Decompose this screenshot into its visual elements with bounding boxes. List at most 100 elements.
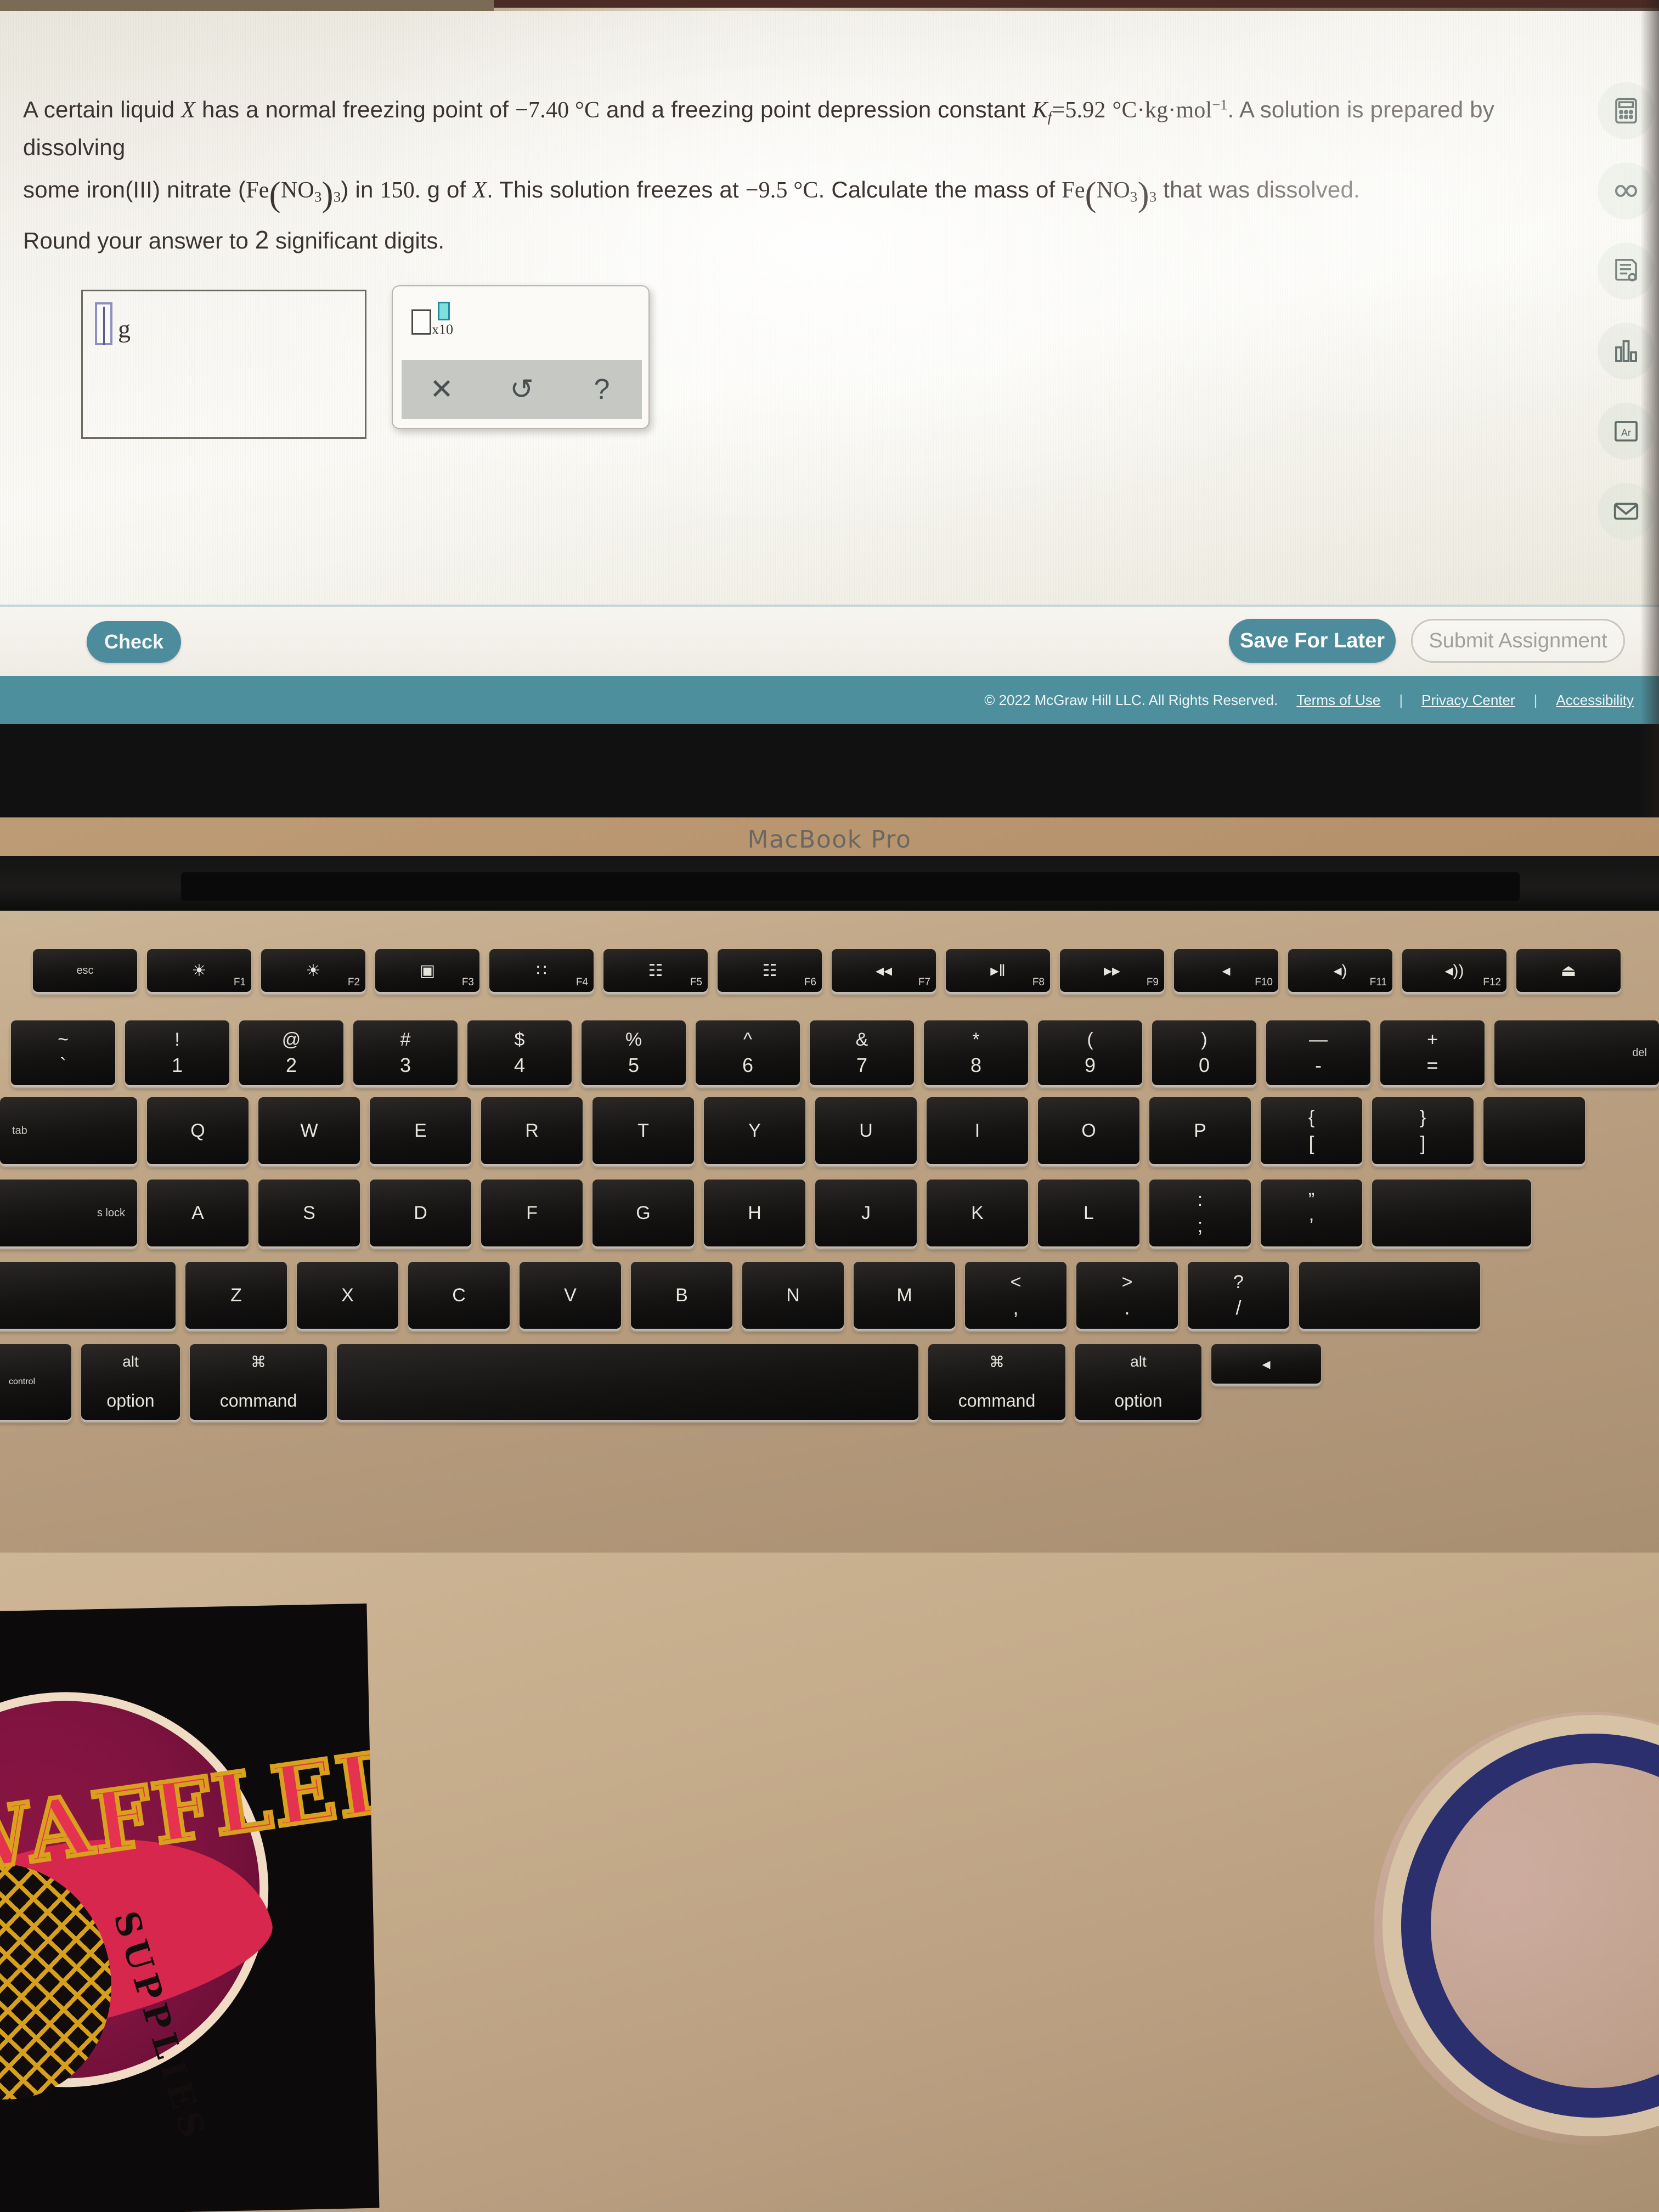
key-k[interactable]: K bbox=[927, 1180, 1028, 1246]
key-shift-right[interactable] bbox=[1299, 1262, 1480, 1329]
key-option-left[interactable]: alt option bbox=[81, 1344, 180, 1420]
key-base-label: ’ bbox=[1309, 1214, 1314, 1237]
key-t[interactable]: T bbox=[592, 1097, 694, 1164]
key-7[interactable]: & 7 bbox=[810, 1020, 914, 1085]
key-minus[interactable]: — - bbox=[1266, 1020, 1370, 1085]
key-tilde[interactable]: ~ ` bbox=[11, 1020, 115, 1085]
key-f10-mute[interactable]: ◂ F10 bbox=[1174, 949, 1278, 992]
key-f1-brightness-down[interactable]: ☀ F1 bbox=[147, 949, 251, 992]
answer-input[interactable] bbox=[95, 302, 112, 345]
key-comma[interactable]: <, bbox=[965, 1262, 1066, 1329]
keyboard-qwerty-row[interactable]: tab Q W E R T Y U I O P{[}] bbox=[0, 1097, 1585, 1164]
key-z[interactable]: Z bbox=[185, 1262, 287, 1329]
key-command-right[interactable]: ⌘ command bbox=[928, 1344, 1065, 1420]
key-0[interactable]: ) 0 bbox=[1152, 1020, 1256, 1085]
key-4[interactable]: $4 bbox=[467, 1020, 572, 1085]
save-for-later-button[interactable]: Save For Later bbox=[1229, 619, 1396, 663]
key-arrow-left[interactable]: ◂ bbox=[1211, 1344, 1321, 1384]
key-shift-label: ~ bbox=[58, 1029, 69, 1050]
key-semicolon[interactable]: :; bbox=[1149, 1180, 1251, 1246]
key-f11-volume-down[interactable]: ◂) F11 bbox=[1288, 949, 1392, 992]
key-l[interactable]: L bbox=[1038, 1180, 1139, 1246]
key-5[interactable]: % 5 bbox=[582, 1020, 686, 1085]
key-esc[interactable]: esc bbox=[33, 949, 137, 992]
key-caps-lock[interactable]: s lock bbox=[0, 1180, 137, 1246]
key-v[interactable]: V bbox=[520, 1262, 621, 1329]
answer-entry-box[interactable]: g bbox=[81, 290, 366, 439]
clear-key[interactable]: ✕ bbox=[402, 373, 482, 406]
key-o[interactable]: O bbox=[1038, 1097, 1139, 1164]
key-y[interactable]: Y bbox=[704, 1097, 805, 1164]
scientific-notation-button[interactable]: x10 bbox=[411, 302, 453, 338]
key-e[interactable]: E bbox=[370, 1097, 471, 1164]
key-a[interactable]: A bbox=[147, 1180, 249, 1246]
key-8[interactable]: * 8 bbox=[924, 1020, 1028, 1085]
key-quote[interactable]: ”’ bbox=[1261, 1180, 1362, 1246]
key-tab[interactable]: tab bbox=[0, 1097, 137, 1164]
key-6[interactable]: ^ 6 bbox=[696, 1020, 800, 1085]
key-slash[interactable]: ? / bbox=[1188, 1262, 1289, 1329]
key-space[interactable] bbox=[337, 1344, 918, 1420]
key-equals[interactable]: + = bbox=[1380, 1020, 1485, 1085]
key-f5-keyboard-light-down[interactable]: ☷ F5 bbox=[603, 949, 708, 992]
keyboard-modifier-row[interactable]: control alt option ⌘ command ⌘ command alt optio… bbox=[0, 1344, 1321, 1420]
key-f2-brightness-up[interactable]: ☀ F2 bbox=[261, 949, 365, 992]
key-f3-mission-control[interactable]: ▣ F3 bbox=[375, 949, 479, 992]
key-f[interactable]: F bbox=[481, 1180, 583, 1246]
key-bracket-right[interactable]: }] bbox=[1372, 1097, 1474, 1164]
key-g[interactable]: G bbox=[592, 1180, 694, 1246]
key-backslash[interactable] bbox=[1483, 1097, 1585, 1164]
mantissa-placeholder[interactable] bbox=[411, 309, 431, 335]
key-j[interactable]: J bbox=[815, 1180, 917, 1246]
help-key[interactable]: ? bbox=[562, 373, 642, 406]
key-d[interactable]: D bbox=[370, 1180, 471, 1246]
key-delete[interactable]: del bbox=[1494, 1020, 1659, 1085]
key-eject[interactable]: ⏏ bbox=[1516, 949, 1621, 992]
accessibility-link[interactable]: Accessibility bbox=[1556, 692, 1634, 709]
key-shift-left[interactable] bbox=[0, 1262, 176, 1329]
key-q[interactable]: Q bbox=[147, 1097, 249, 1164]
terms-of-use-link[interactable]: Terms of Use bbox=[1296, 692, 1380, 709]
key-c[interactable]: C bbox=[408, 1262, 510, 1329]
key-f6-keyboard-light-up[interactable]: ☷ F6 bbox=[718, 949, 822, 992]
keyboard-home-row[interactable]: s lock A S D F G H J K L:;”’ bbox=[0, 1180, 1531, 1246]
keyboard-number-row[interactable]: ~ `! 1 @2 #3 $4% 5 ^ 6 & 7 * 8(9) 0— - + = del bbox=[11, 1020, 1659, 1085]
key-3[interactable]: #3 bbox=[353, 1020, 458, 1085]
key-n[interactable]: N bbox=[742, 1262, 844, 1329]
problem-text-6: ) in bbox=[341, 176, 380, 202]
key-s[interactable]: S bbox=[258, 1180, 360, 1246]
key-w[interactable]: W bbox=[258, 1097, 360, 1164]
key-f12-volume-up[interactable]: ◂)) F12 bbox=[1402, 949, 1506, 992]
math-palette-popup[interactable]: x10 ✕ ↺ ? bbox=[392, 285, 650, 429]
keyboard[interactable]: esc ☀ F1 ☀ F2 ▣ F3 ∷ F4 ☷ F5 ☷ F6 ◂◂ F7 ▸‖ F8 ▸▸ F9 ◂ F10 ◂) F… bbox=[0, 911, 1659, 1553]
exponent-placeholder[interactable] bbox=[438, 302, 450, 320]
key-r[interactable]: R bbox=[481, 1097, 583, 1164]
key-option-right[interactable]: alt option bbox=[1075, 1344, 1201, 1420]
key-command-left[interactable]: ⌘ command bbox=[190, 1344, 327, 1420]
key-x[interactable]: X bbox=[297, 1262, 398, 1329]
key-1[interactable]: ! 1 bbox=[125, 1020, 229, 1085]
privacy-center-link[interactable]: Privacy Center bbox=[1421, 692, 1515, 709]
keyboard-bottom-row[interactable]: Z X C V B N M <, >.? / bbox=[0, 1262, 1480, 1329]
submit-assignment-button[interactable]: Submit Assignment bbox=[1411, 619, 1625, 663]
key-p[interactable]: P bbox=[1149, 1097, 1251, 1164]
key-u[interactable]: U bbox=[815, 1097, 917, 1164]
key-period[interactable]: >. bbox=[1076, 1262, 1178, 1329]
key-9[interactable]: (9 bbox=[1038, 1020, 1142, 1085]
key-f7-rewind[interactable]: ◂◂ F7 bbox=[832, 949, 936, 992]
key-return[interactable] bbox=[1372, 1180, 1531, 1246]
key-bracket-left[interactable]: {[ bbox=[1261, 1097, 1362, 1164]
key-2[interactable]: @2 bbox=[239, 1020, 343, 1085]
key-h[interactable]: H bbox=[704, 1180, 805, 1246]
keyboard-function-row[interactable]: esc ☀ F1 ☀ F2 ▣ F3 ∷ F4 ☷ F5 ☷ F6 ◂◂ F7 ▸‖ F8 ▸▸ F9 ◂ F10 ◂) F… bbox=[33, 949, 1621, 992]
key-i[interactable]: I bbox=[927, 1097, 1028, 1164]
key-f4-launchpad[interactable]: ∷ F4 bbox=[489, 949, 594, 992]
key-m[interactable]: M bbox=[854, 1262, 955, 1329]
key-f9-fast-forward[interactable]: ▸▸ F9 bbox=[1060, 949, 1164, 992]
check-button[interactable]: Check bbox=[87, 621, 181, 663]
key-f8-play-pause[interactable]: ▸‖ F8 bbox=[946, 949, 1050, 992]
key-base-label: ; bbox=[1197, 1214, 1203, 1237]
key-b[interactable]: B bbox=[631, 1262, 732, 1329]
key-control-left[interactable]: control bbox=[0, 1344, 71, 1420]
undo-key[interactable]: ↺ bbox=[482, 373, 562, 406]
